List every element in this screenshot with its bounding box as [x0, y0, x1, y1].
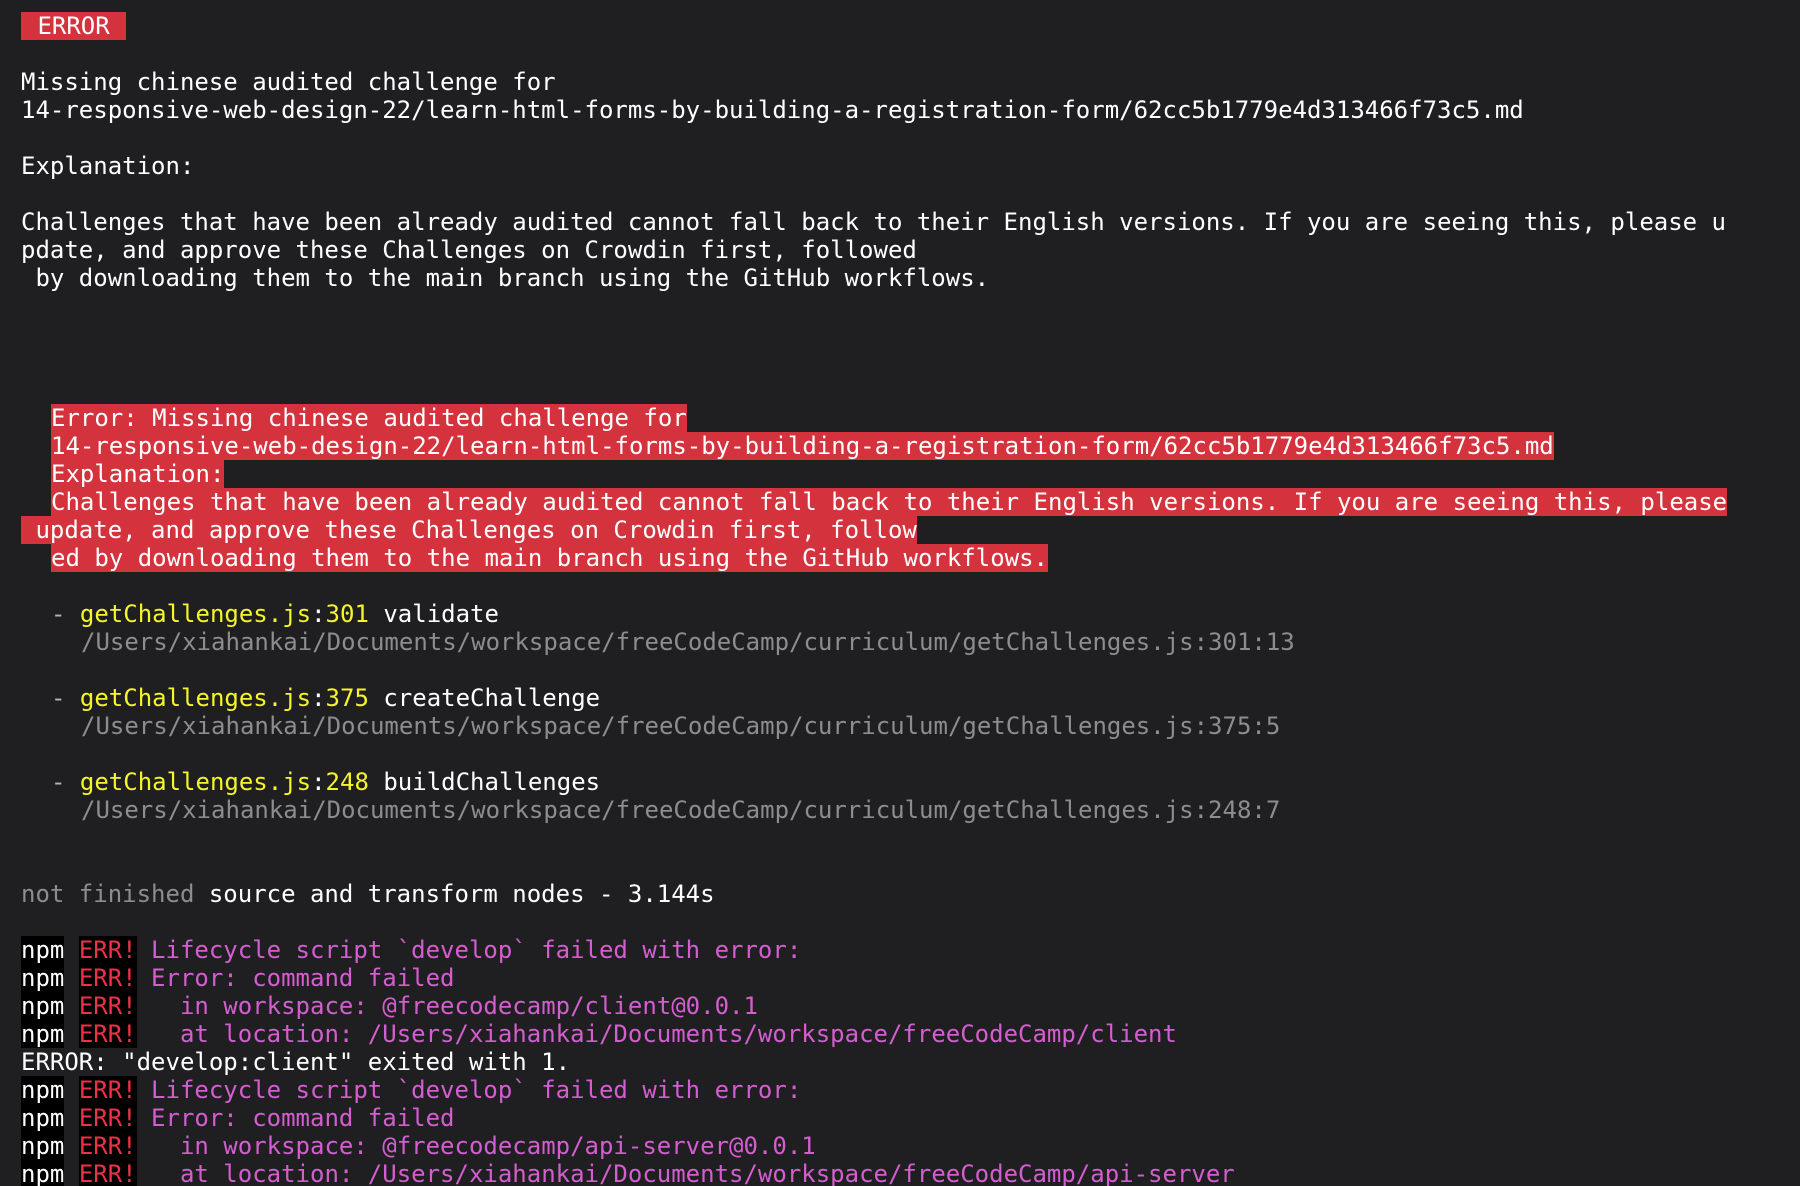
highlight-text-1: Error: Missing chinese audited challenge… — [51, 404, 687, 432]
npm-tag: npm — [21, 964, 65, 992]
explanation-line-1: Challenges that have been already audite… — [21, 208, 1727, 236]
highlight-text-4: Challenges that have been already audite… — [51, 488, 1728, 516]
explanation-line-3: by downloading them to the main branch u… — [21, 264, 990, 292]
stack-line-number: 248 — [325, 768, 369, 796]
highlight-text-5: update, and approve these Challenges on … — [21, 516, 917, 544]
explanation-label: Explanation: — [21, 152, 195, 180]
stack-path-2: /Users/xiahankai/Documents/workspace/fre… — [81, 712, 1281, 740]
exit-line: ERROR: "develop:client" exited with 1. — [21, 1048, 571, 1076]
highlight-line-3: Explanation: — [51, 460, 225, 488]
stack-function: validate — [383, 600, 499, 628]
explanation-line-2: pdate, and approve these Challenges on C… — [21, 236, 917, 264]
stack-bullet: - — [51, 768, 66, 796]
npm-err-line: npm ERR! at location: /Users/xiahankai/D… — [21, 1020, 1177, 1048]
npm-message: Error: command failed — [136, 964, 455, 992]
npm-err-line: npm ERR! Lifecycle script `develop` fail… — [21, 1076, 801, 1104]
stack-file: getChallenges.js — [79, 684, 312, 712]
npm-err-line: npm ERR! at location: /Users/xiahankai/D… — [21, 1160, 1235, 1186]
npm-tag: npm — [21, 1160, 65, 1186]
terminal-output: ERROR Missing chinese audited challenge … — [0, 0, 1800, 1186]
err-tag: ERR! — [78, 964, 137, 992]
npm-message: Error: command failed — [136, 1104, 455, 1132]
stack-frame-1: - getChallenges.js:301 validate — [51, 600, 499, 628]
stack-line-number: 301 — [325, 600, 369, 628]
err-tag: ERR! — [78, 1076, 137, 1104]
err-tag: ERR! — [78, 1020, 137, 1048]
npm-message: Lifecycle script `develop` failed with e… — [136, 1076, 802, 1104]
err-tag: ERR! — [78, 992, 137, 1020]
status-text: source and transform nodes - 3.144s — [194, 880, 715, 908]
npm-tag: npm — [21, 1076, 65, 1104]
highlight-line-4: Challenges that have been already audite… — [51, 488, 1728, 516]
missing-line-1: Missing chinese audited challenge for — [21, 68, 556, 96]
npm-tag: npm — [21, 1020, 65, 1048]
npm-message: at location: /Users/xiahankai/Documents/… — [136, 1160, 1235, 1186]
stack-path-1: /Users/xiahankai/Documents/workspace/fre… — [81, 628, 1295, 656]
stack-frame-2: - getChallenges.js:375 createChallenge — [51, 684, 600, 712]
npm-err-line: npm ERR! Error: command failed — [21, 964, 455, 992]
stack-frame-3: - getChallenges.js:248 buildChallenges — [51, 768, 600, 796]
npm-tag: npm — [21, 1132, 65, 1160]
stack-sep: : — [311, 684, 326, 712]
stack-function: createChallenge — [383, 684, 601, 712]
err-tag: ERR! — [78, 1104, 137, 1132]
stack-bullet: - — [51, 684, 66, 712]
npm-err-line: npm ERR! in workspace: @freecodecamp/cli… — [21, 992, 758, 1020]
stack-file: getChallenges.js — [79, 600, 312, 628]
stack-sep: : — [311, 768, 326, 796]
npm-err-line: npm ERR! in workspace: @freecodecamp/api… — [21, 1132, 816, 1160]
npm-tag: npm — [21, 1104, 65, 1132]
highlight-text-6: ed by downloading them to the main branc… — [51, 544, 1048, 572]
npm-err-line: npm ERR! Lifecycle script `develop` fail… — [21, 936, 801, 964]
status-line: not finished source and transform nodes … — [21, 880, 715, 908]
stack-function: buildChallenges — [383, 768, 601, 796]
stack-line-number: 375 — [325, 684, 369, 712]
highlight-text-2: 14-responsive-web-design-22/learn-html-f… — [51, 432, 1554, 460]
stack-path-3: /Users/xiahankai/Documents/workspace/fre… — [81, 796, 1281, 824]
highlight-line-5: update, and approve these Challenges on … — [21, 516, 917, 544]
missing-line-2: 14-responsive-web-design-22/learn-html-f… — [21, 96, 1524, 124]
npm-message: Lifecycle script `develop` failed with e… — [136, 936, 802, 964]
highlight-line-6: ed by downloading them to the main branc… — [51, 544, 1048, 572]
npm-tag: npm — [21, 936, 65, 964]
npm-message: at location: /Users/xiahankai/Documents/… — [136, 1020, 1177, 1048]
highlight-line-1: Error: Missing chinese audited challenge… — [51, 404, 687, 432]
highlight-line-2: 14-responsive-web-design-22/learn-html-f… — [51, 432, 1554, 460]
err-tag: ERR! — [78, 936, 137, 964]
stack-sep: : — [311, 600, 326, 628]
err-tag: ERR! — [78, 1160, 137, 1186]
status-prefix: not finished — [21, 880, 195, 908]
stack-file: getChallenges.js — [79, 768, 312, 796]
npm-message: in workspace: @freecodecamp/client@0.0.1 — [136, 992, 758, 1020]
highlight-text-3: Explanation: — [51, 460, 225, 488]
npm-err-line: npm ERR! Error: command failed — [21, 1104, 455, 1132]
err-tag: ERR! — [78, 1132, 137, 1160]
error-badge-line: ERROR — [21, 12, 127, 40]
stack-bullet: - — [51, 600, 66, 628]
error-badge: ERROR — [21, 12, 127, 40]
npm-message: in workspace: @freecodecamp/api-server@0… — [136, 1132, 816, 1160]
npm-tag: npm — [21, 992, 65, 1020]
